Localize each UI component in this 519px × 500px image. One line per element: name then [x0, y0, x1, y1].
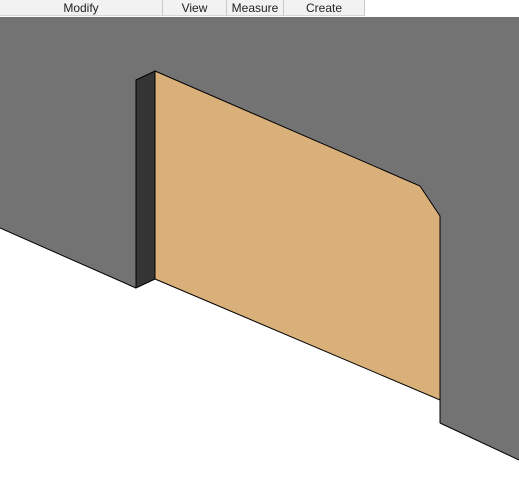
app-window: Modify View Measure Create	[0, 0, 519, 500]
ribbon-empty-area	[365, 0, 519, 16]
tab-view[interactable]: View	[163, 0, 227, 16]
tab-modify[interactable]: Modify	[0, 0, 163, 16]
viewport-canvas[interactable]	[0, 17, 519, 500]
tab-create[interactable]: Create	[284, 0, 365, 16]
panel-thickness-edge[interactable]	[135, 70, 156, 289]
ribbon-tab-bar: Modify View Measure Create	[0, 0, 519, 17]
3d-viewport[interactable]	[0, 17, 519, 500]
tab-measure[interactable]: Measure	[227, 0, 284, 16]
